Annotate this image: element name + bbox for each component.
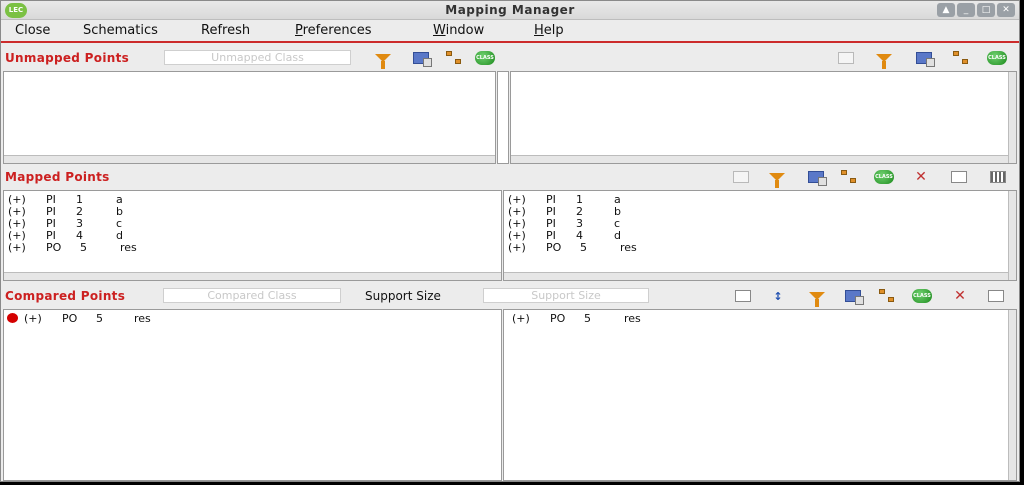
menu-bar: Close Schematics Refresh Preferences Win… [1,21,1019,43]
title-bar: LEC Mapping Manager ▲ _ □ ✕ [1,1,1019,20]
menu-window[interactable]: Window [433,23,484,38]
support-size-label: Support Size [365,289,441,303]
compare-icon[interactable] [733,288,753,304]
compared-right-list[interactable]: (+) PO 5 res [503,309,1017,481]
mapped-left-list[interactable]: (+) PI 1 a (+) PI 2 b (+) PI 3 c (+) PI 4 d (+) PO 5 re… [3,190,502,281]
horizontal-scrollbar[interactable] [4,272,501,280]
menu-preferences[interactable]: Preferences [295,23,371,38]
menu-help[interactable]: Help [534,23,564,38]
window-minimize-button[interactable]: _ [957,3,975,17]
schematic-icon[interactable] [806,169,827,186]
hierarchy-icon[interactable] [951,50,971,66]
mapping-manager-window: LEC Mapping Manager ▲ _ □ ✕ Close Schema… [0,0,1020,482]
compared-title: Compared Points [5,289,126,303]
horizontal-scrollbar[interactable] [4,155,495,163]
unmapped-left-list[interactable] [3,71,496,164]
window-controls: ▲ _ □ ✕ [937,3,1015,17]
vertical-scrollbar[interactable] [1008,310,1016,480]
menu-schematics[interactable]: Schematics [83,23,158,38]
schematic-icon[interactable] [914,50,935,67]
vertical-scrollbar[interactable] [1008,191,1016,280]
copy-disabled-icon[interactable] [836,50,856,66]
hierarchy-icon[interactable] [444,50,464,66]
class-icon[interactable]: CLASS [874,169,894,185]
support-size-field[interactable]: Support Size [483,288,649,303]
compared-left-list[interactable]: (+) PO 5 res [3,309,502,481]
compared-class-field[interactable]: Compared Class [163,288,341,303]
class-icon[interactable]: CLASS [987,50,1007,66]
schematic-icon[interactable] [411,50,432,67]
unmapped-header: Unmapped Points Unmapped Class CLASS CLA… [1,47,1019,69]
mapped-right-list[interactable]: (+) PI 1 a (+) PI 2 b (+) PI 3 c (+) PI 4 d (+) PO 5 re… [503,190,1017,281]
sort-icon[interactable]: ↕ [768,288,788,304]
window-title: Mapping Manager [445,3,575,17]
window-up-button[interactable]: ▲ [937,3,955,17]
class-icon[interactable]: CLASS [475,50,495,66]
unmapped-title: Unmapped Points [5,51,130,65]
horizontal-scrollbar[interactable] [511,155,1016,163]
hierarchy-icon[interactable] [839,169,859,185]
unmapped-right-list[interactable] [510,71,1017,164]
filter-icon[interactable] [874,50,894,69]
mapped-title: Mapped Points [5,170,110,184]
status-dot-icon [7,313,18,323]
filter-icon[interactable] [373,50,393,69]
compared-header: Compared Points Compared Class Support S… [1,285,1019,307]
window-close-button[interactable]: ✕ [997,3,1015,17]
class-icon[interactable]: CLASS [912,288,932,304]
window-maximize-button[interactable]: □ [977,3,995,17]
columns-icon[interactable] [988,169,1008,185]
horizontal-scrollbar[interactable] [504,272,1016,280]
zoom-compare-icon[interactable] [986,288,1006,304]
filter-icon[interactable] [807,288,827,307]
menu-refresh[interactable]: Refresh [201,23,250,38]
vertical-scrollbar[interactable] [497,71,509,164]
vertical-scrollbar[interactable] [1008,72,1016,163]
delete-icon[interactable]: ✕ [950,288,970,304]
menu-close[interactable]: Close [15,23,50,38]
mapped-header: Mapped Points CLASS ✕ [1,166,1019,188]
compare-icon[interactable] [949,169,969,185]
delete-icon[interactable]: ✕ [911,169,931,185]
unmapped-class-field[interactable]: Unmapped Class [164,50,351,65]
copy-disabled-icon[interactable] [731,169,751,185]
hierarchy-icon[interactable] [877,288,897,304]
filter-icon[interactable] [767,169,787,188]
schematic-icon[interactable] [843,288,864,305]
